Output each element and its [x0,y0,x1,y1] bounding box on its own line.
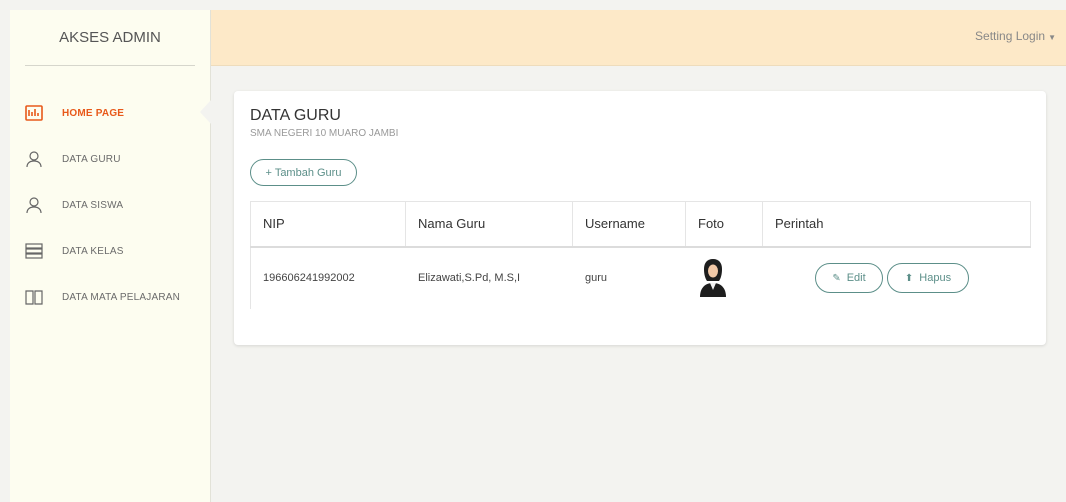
book-icon [25,288,43,306]
topbar: Setting Login ▼ [211,10,1066,66]
sidebar: AKSES ADMIN HOME PAGE DATA GURU DATA SIS… [10,10,212,502]
cell-nip: 196606241992002 [250,246,406,309]
user-icon [25,150,43,168]
home-icon [25,104,43,122]
setting-login-label: Setting Login [975,29,1046,43]
sidebar-item-data-mata-pelajaran[interactable]: DATA MATA PELAJARAN [10,274,210,320]
table-row: 196606241992002 Elizawati,S.Pd, M.S,I gu… [250,246,1031,309]
cell-perintah: ✎ Edit ⬆ Hapus [762,246,1031,309]
sidebar-nav: HOME PAGE DATA GURU DATA SISWA DATA KELA… [10,90,212,320]
data-guru-panel: DATA GURU SMA NEGERI 10 MUARO JAMBI + Ta… [234,91,1046,345]
page-subtitle: SMA NEGERI 10 MUARO JAMBI [250,128,399,139]
header-foto: Foto [685,201,763,248]
sidebar-item-data-siswa[interactable]: DATA SISWA [10,182,210,228]
page-title: DATA GURU [250,107,341,124]
guru-table: NIP Nama Guru Username Foto Perintah 196… [250,201,1031,309]
setting-login-dropdown[interactable]: Setting Login ▼ [975,29,1056,43]
header-perintah: Perintah [762,201,1031,248]
sidebar-item-label: DATA MATA PELAJARAN [62,291,181,303]
sidebar-item-data-guru[interactable]: DATA GURU [10,136,210,182]
sidebar-item-label: HOME PAGE [62,107,125,119]
caret-down-icon: ▼ [1048,33,1056,42]
sidebar-divider [25,65,195,66]
edit-label: Edit [846,272,866,284]
sidebar-brand: AKSES ADMIN [59,29,161,46]
header-nip: NIP [250,201,406,248]
sidebar-item-label: DATA GURU [62,153,121,165]
hapus-label: Hapus [919,272,952,284]
hapus-button[interactable]: ⬆ Hapus [887,263,969,293]
sidebar-item-label: DATA KELAS [62,245,124,257]
edit-button[interactable]: ✎ Edit [815,263,883,293]
user-icon [25,196,43,214]
cell-foto [685,246,763,309]
upload-icon: ⬆ [904,272,914,284]
sidebar-item-label: DATA SISWA [62,199,124,211]
add-guru-button[interactable]: + Tambah Guru [250,159,357,186]
cell-username: guru [572,246,686,309]
sidebar-item-data-kelas[interactable]: DATA KELAS [10,228,210,274]
edit-icon: ✎ [832,272,841,284]
sidebar-item-home-page[interactable]: HOME PAGE [10,90,212,136]
user-photo-avatar [700,258,726,297]
header-nama-guru: Nama Guru [405,201,573,248]
header-username: Username [572,201,686,248]
table-header-row: NIP Nama Guru Username Foto Perintah [250,201,1031,248]
server-icon [25,242,43,260]
cell-nama: Elizawati,S.Pd, M.S,I [405,246,573,309]
